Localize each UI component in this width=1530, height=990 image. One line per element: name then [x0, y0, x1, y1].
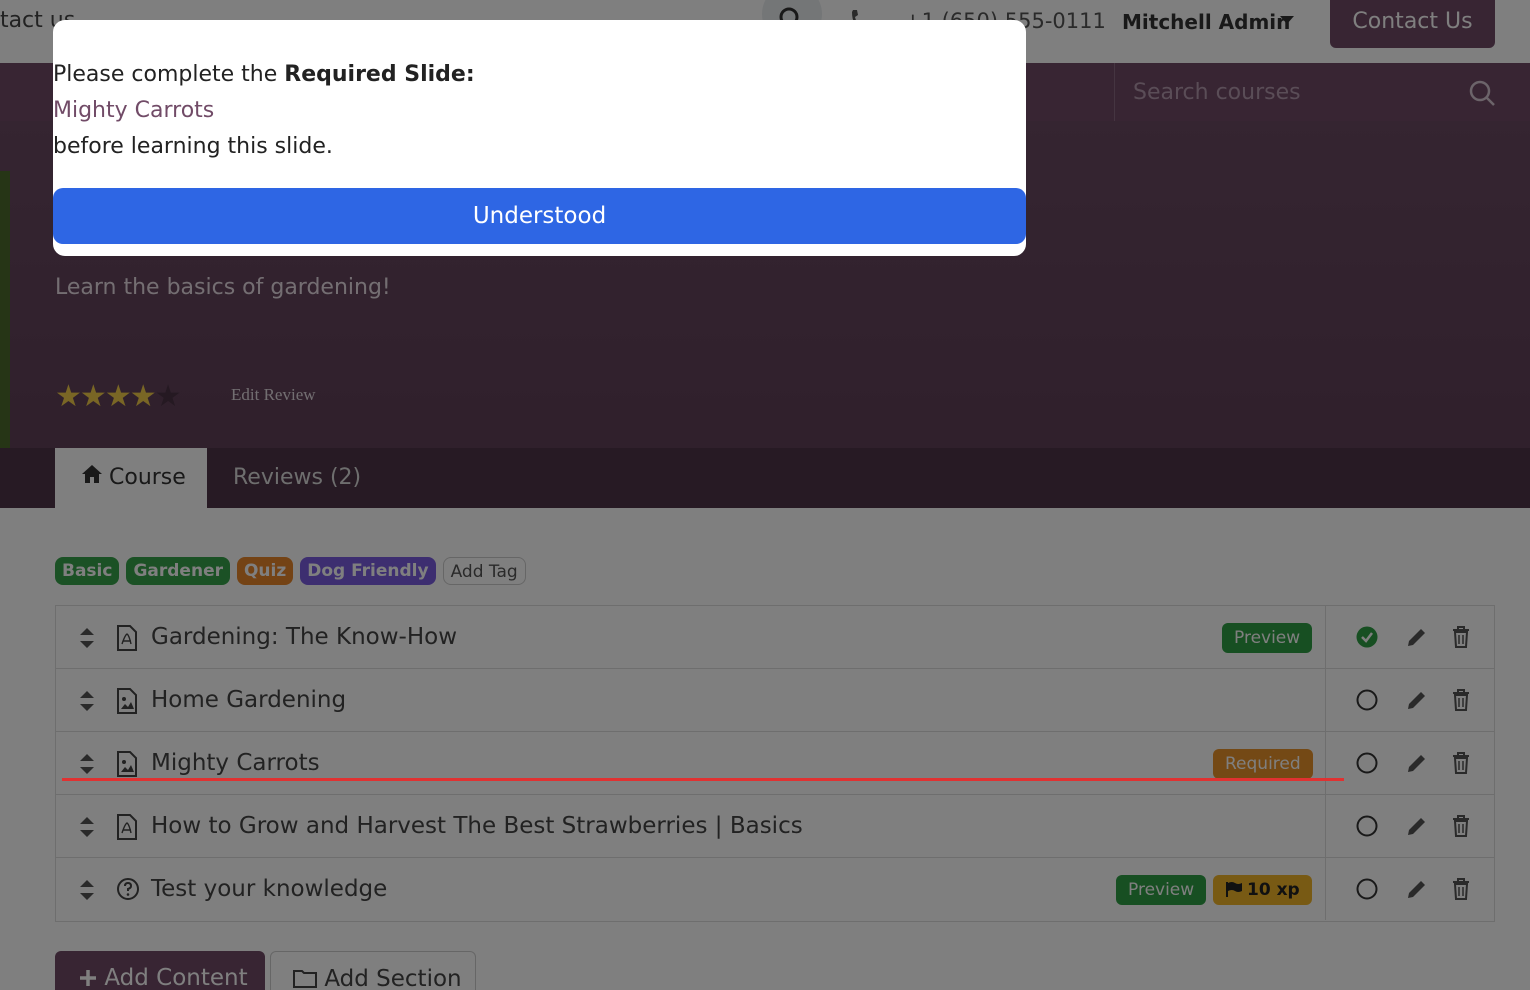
required-slide-label: Required Slide: — [284, 62, 475, 87]
required-slide-link[interactable]: Mighty Carrots — [53, 98, 214, 123]
dialog-suffix: before learning this slide. — [53, 134, 333, 159]
dialog-prefix: Please complete the — [53, 62, 278, 87]
highlight-underline — [62, 778, 1344, 781]
dialog-message: Please complete the Required Slide: — [53, 62, 475, 87]
required-slide-dialog: Please complete the Required Slide: Migh… — [53, 20, 1026, 256]
understood-button[interactable]: Understood — [53, 188, 1026, 244]
